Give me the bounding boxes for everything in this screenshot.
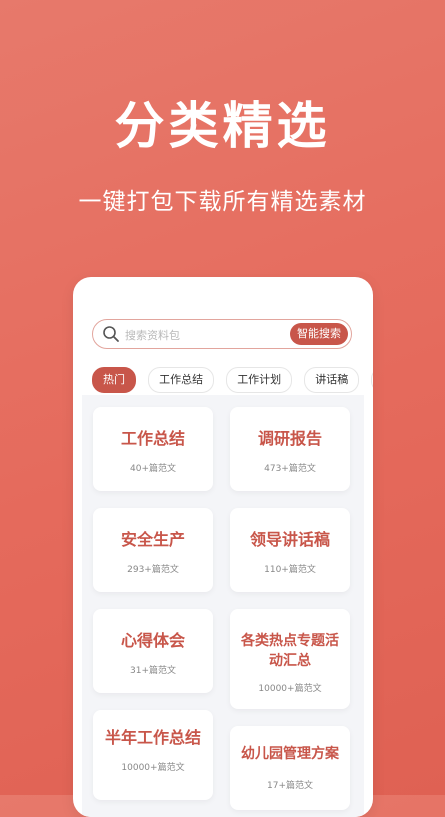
category-card[interactable]: 各类热点专题活动汇总 10000+篇范文 (230, 609, 350, 709)
category-card[interactable]: 工作总结 40+篇范文 (93, 407, 213, 491)
category-card[interactable]: 心得体会 31+篇范文 (93, 609, 213, 693)
search-input[interactable]: 搜索资料包 (125, 327, 180, 343)
card-count: 110+篇范文 (264, 565, 316, 575)
card-title: 领导讲话稿 (249, 530, 330, 549)
search-icon (103, 326, 119, 342)
category-card[interactable]: 领导讲话稿 110+篇范文 (230, 508, 350, 592)
card-title: 幼儿园管理方案 (241, 746, 339, 762)
tab-hot[interactable]: 热门 (92, 367, 136, 393)
card-count: 40+篇范文 (130, 464, 176, 474)
card-title: 调研报告 (257, 429, 322, 448)
card-count: 293+篇范文 (127, 565, 179, 575)
card-count: 10000+篇范文 (258, 684, 322, 694)
tab-speech[interactable]: 讲话稿 (304, 367, 360, 393)
card-title: 各类热点专题活动汇总 (241, 633, 339, 669)
card-title: 安全生产 (120, 530, 185, 549)
promo-subline: 一键打包下载所有精选素材 (78, 189, 367, 215)
card-title: 心得体会 (120, 631, 185, 650)
smart-search-button[interactable]: 智能搜索 (290, 323, 348, 345)
tab-work-summary[interactable]: 工作总结 (148, 367, 215, 393)
category-card[interactable]: 安全生产 293+篇范文 (93, 508, 213, 592)
tab-work-plan[interactable]: 工作计划 (226, 367, 293, 393)
card-count: 473+篇范文 (264, 464, 316, 474)
category-card[interactable]: 半年工作总结 10000+篇范文 (93, 710, 213, 800)
promo-headline: 分类精选 (114, 97, 331, 155)
search-bar[interactable]: 搜索资料包 智能搜索 (92, 319, 352, 349)
card-title: 半年工作总结 (104, 728, 201, 747)
card-title: 工作总结 (120, 429, 185, 448)
card-count: 10000+篇范文 (121, 763, 185, 773)
category-tabs: 热门 工作总结 工作计划 讲话稿 心 (92, 367, 373, 393)
card-count: 17+篇范文 (267, 781, 313, 791)
card-count: 31+篇范文 (130, 666, 176, 676)
category-card[interactable]: 调研报告 473+篇范文 (230, 407, 350, 491)
phone-screen: 搜索资料包 智能搜索 热门 工作总结 工作计划 讲话稿 心 工作总结 40+篇范… (73, 277, 373, 817)
tab-experience[interactable]: 心 (371, 367, 373, 393)
category-card[interactable]: 幼儿园管理方案 17+篇范文 (230, 726, 350, 810)
category-grid: 工作总结 40+篇范文 调研报告 473+篇范文 安全生产 293+篇范文 领导… (82, 395, 364, 817)
